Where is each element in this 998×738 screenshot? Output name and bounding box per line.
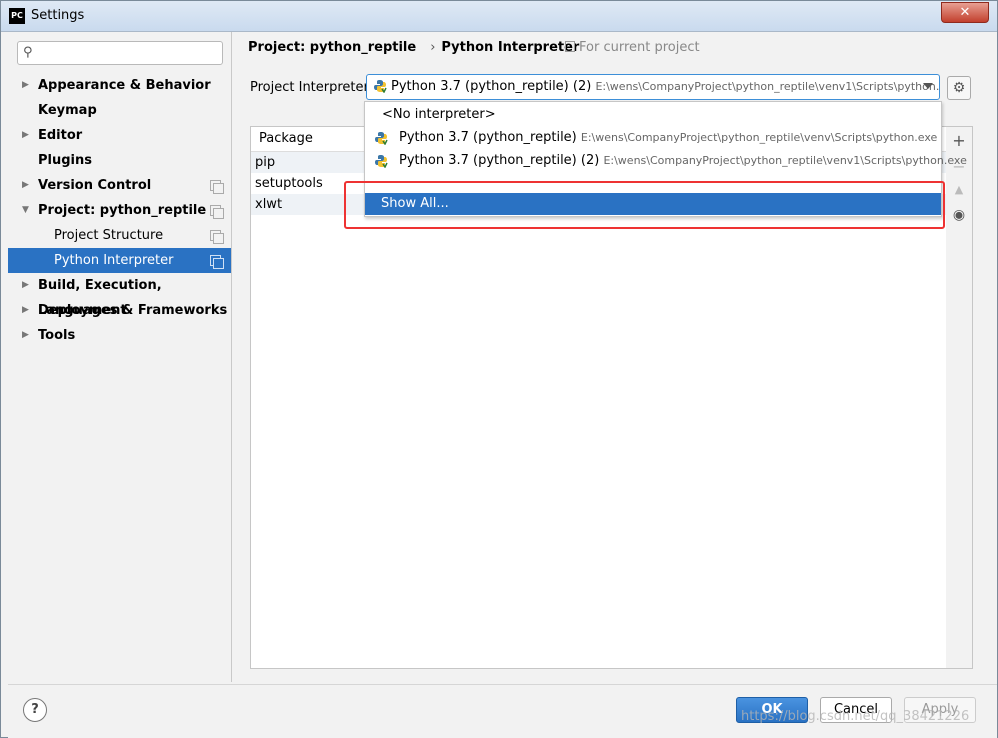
interpreter-path: E:\wens\CompanyProject\python_reptile\ve… — [595, 80, 940, 93]
breadcrumb-separator: › — [430, 40, 436, 55]
expand-arrow-icon[interactable]: ▶ — [22, 323, 29, 348]
sidebar-item-build[interactable]: ▶ Build, Execution, Deployment — [8, 273, 231, 318]
interpreter-select[interactable]: Python 3.7 (python_reptile) (2) E:\wens\… — [366, 74, 940, 100]
dropdown-item-venv[interactable]: Python 3.7 (python_reptile) E:\wens\Comp… — [365, 127, 941, 149]
sidebar-item-label: Version Control — [38, 178, 152, 193]
project-scope-icon — [210, 205, 224, 219]
sidebar-item-appearance[interactable]: ▶ Appearance & Behavior — [8, 73, 231, 98]
dropdown-item-label: <No interpreter> — [382, 107, 496, 122]
scope-note: For current project — [565, 40, 700, 55]
sidebar-item-version-control[interactable]: ▶ Version Control — [8, 173, 231, 198]
expand-arrow-icon[interactable]: ▶ — [22, 298, 29, 323]
sidebar-item-editor[interactable]: ▶ Editor — [8, 123, 231, 148]
dropdown-item-text: Python 3.7 (python_reptile) E:\wens\Comp… — [399, 127, 937, 149]
sidebar-item-label: Keymap — [38, 103, 97, 118]
python-icon — [375, 155, 388, 168]
search-input[interactable]: ⚲ — [17, 41, 223, 65]
sidebar-item-label: Project: python_reptile — [38, 203, 207, 218]
interpreter-select-value: Python 3.7 (python_reptile) (2) E:\wens\… — [373, 79, 940, 94]
scope-label: For current project — [579, 40, 700, 55]
dropdown-item-name: Python 3.7 (python_reptile) — [399, 130, 577, 145]
window-title: Settings — [31, 8, 85, 23]
python-icon — [374, 80, 387, 93]
help-button[interactable]: ? — [23, 698, 47, 722]
sidebar-item-label: Project Structure — [54, 228, 164, 243]
sidebar-item-python-interpreter[interactable]: Python Interpreter — [8, 248, 231, 273]
expand-arrow-icon[interactable]: ▶ — [22, 123, 29, 148]
expand-arrow-icon[interactable]: ▶ — [22, 273, 29, 298]
watermark: https://blog.csdn.net/qq_38421226 — [741, 709, 970, 724]
project-scope-icon — [210, 180, 224, 194]
package-toolbar: + − ▲ ◉ — [946, 126, 973, 669]
settings-tree: ▶ Appearance & Behavior Keymap ▶ Editor … — [8, 73, 231, 348]
collapse-arrow-icon[interactable]: ▼ — [22, 198, 29, 223]
dropdown-item-text: Python 3.7 (python_reptile) (2) E:\wens\… — [399, 150, 967, 172]
interpreter-name: Python 3.7 (python_reptile) (2) — [391, 79, 592, 94]
breadcrumb-page: Python Interpreter — [441, 40, 580, 55]
search-icon: ⚲ — [23, 45, 33, 60]
expand-arrow-icon[interactable]: ▶ — [22, 73, 29, 98]
close-window-button[interactable]: ✕ — [941, 2, 989, 23]
dropdown-item-no-interpreter[interactable]: <No interpreter> — [365, 104, 941, 126]
sidebar-item-project[interactable]: ▼ Project: python_reptile — [8, 198, 231, 223]
upgrade-package-icon[interactable]: ▲ — [946, 183, 972, 196]
project-scope-icon — [565, 41, 575, 52]
settings-sidebar: ⚲ ▶ Appearance & Behavior Keymap ▶ Edito… — [8, 32, 232, 682]
sidebar-item-label: Plugins — [38, 153, 92, 168]
interpreter-settings-gear-icon[interactable]: ⚙ — [947, 76, 971, 100]
highlight-annotation-box — [344, 181, 945, 229]
dropdown-item-name: Python 3.7 (python_reptile) (2) — [399, 153, 600, 168]
sidebar-item-label: Languages & Frameworks — [38, 303, 228, 318]
python-icon — [375, 132, 388, 145]
sidebar-item-label: Appearance & Behavior — [38, 78, 211, 93]
settings-window: PC Settings ✕ ⚲ ▶ Appearance & Behavior … — [0, 0, 998, 738]
sidebar-item-label: Python Interpreter — [54, 253, 174, 268]
sidebar-item-tools[interactable]: ▶ Tools — [8, 323, 231, 348]
sidebar-item-label: Tools — [38, 328, 76, 343]
dropdown-item-path: E:\wens\CompanyProject\python_reptile\ve… — [580, 131, 938, 144]
expand-arrow-icon[interactable]: ▶ — [22, 173, 29, 198]
sidebar-item-label: Editor — [38, 128, 83, 143]
add-package-icon[interactable]: + — [946, 131, 972, 150]
sidebar-item-plugins[interactable]: Plugins — [8, 148, 231, 173]
sidebar-item-keymap[interactable]: Keymap — [8, 98, 231, 123]
breadcrumb: Project: python_reptile › Python Interpret… — [248, 40, 585, 55]
title-bar: PC Settings ✕ — [1, 1, 997, 32]
project-scope-icon — [210, 255, 224, 269]
dropdown-item-path: E:\wens\CompanyProject\python_reptile\ve… — [603, 154, 967, 167]
project-scope-icon — [210, 230, 224, 244]
sidebar-item-project-structure[interactable]: Project Structure — [8, 223, 231, 248]
sidebar-item-languages[interactable]: ▶ Languages & Frameworks — [8, 298, 231, 323]
show-early-releases-eye-icon[interactable]: ◉ — [946, 207, 972, 223]
dropdown-arrow-icon[interactable] — [923, 83, 933, 89]
interpreter-label: Project Interpreter: — [250, 80, 374, 95]
pycharm-logo-icon: PC — [9, 8, 25, 24]
dropdown-item-venv1[interactable]: Python 3.7 (python_reptile) (2) E:\wens\… — [365, 150, 967, 172]
breadcrumb-project: Project: python_reptile — [248, 40, 417, 55]
